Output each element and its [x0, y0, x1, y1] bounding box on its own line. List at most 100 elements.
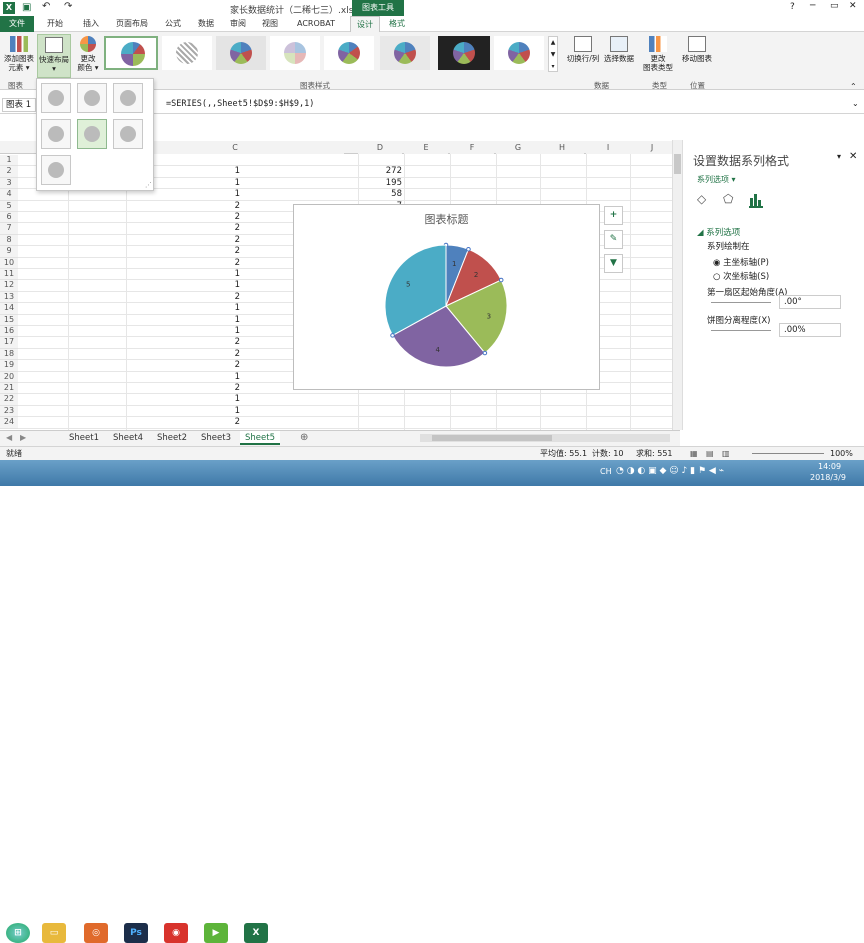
column-header[interactable]: D — [358, 141, 402, 154]
row-header[interactable]: 14 — [0, 303, 18, 315]
column-header[interactable]: E — [404, 141, 448, 154]
pane-close-icon[interactable]: ✕ — [849, 151, 857, 162]
add-sheet-icon[interactable]: ⊕ — [300, 432, 308, 443]
photoshop-icon[interactable]: Ps — [124, 923, 148, 943]
cell-c[interactable]: 1 — [200, 394, 240, 405]
chart-style-3[interactable] — [216, 36, 266, 70]
cell-c[interactable]: 1 — [200, 280, 240, 291]
collapse-ribbon-icon[interactable]: ⌃ — [850, 82, 857, 91]
cell-c[interactable]: 1 — [200, 315, 240, 326]
sheet-tab-4[interactable]: Sheet4 — [108, 431, 148, 445]
row-header[interactable]: 23 — [0, 405, 18, 418]
cell-c[interactable]: 1 — [200, 303, 240, 314]
chart-style-4[interactable] — [270, 36, 320, 70]
row-header[interactable]: 19 — [0, 360, 18, 372]
tab-data[interactable]: 数据 — [192, 16, 220, 32]
h-scroll-thumb[interactable] — [432, 435, 552, 441]
chart-style-8[interactable] — [494, 36, 544, 70]
column-header[interactable]: G — [496, 141, 540, 154]
sheet-tab-2[interactable]: Sheet2 — [152, 431, 192, 445]
row-header[interactable]: 12 — [0, 280, 18, 292]
angle-input[interactable]: .00° — [779, 295, 841, 309]
file-explorer-icon[interactable]: ▭ — [42, 923, 66, 943]
selection-handle[interactable] — [466, 246, 471, 252]
layout-option-2[interactable] — [77, 83, 107, 113]
zoom-slider[interactable] — [752, 453, 824, 454]
pentagon-effects-icon[interactable]: ⬠ — [723, 192, 733, 206]
angle-slider[interactable] — [711, 302, 771, 303]
row-header[interactable]: 5 — [0, 200, 18, 212]
tab-page-layout[interactable]: 页面布局 — [110, 16, 154, 32]
row-header[interactable]: 24 — [0, 417, 18, 429]
prev-sheet-icon[interactable]: ◀ — [6, 433, 12, 442]
cell-c[interactable]: 2 — [200, 360, 240, 371]
cell-c[interactable]: 2 — [200, 383, 240, 394]
undo-icon[interactable]: ↶ — [42, 1, 50, 12]
row-header[interactable]: 13 — [0, 291, 18, 304]
column-header[interactable]: C — [126, 141, 344, 154]
change-colors-button[interactable]: 更改 颜色 ▾ — [74, 36, 102, 78]
chart-style-1[interactable] — [104, 36, 158, 70]
cell-c[interactable]: 1 — [200, 166, 240, 177]
chart-style-5[interactable] — [324, 36, 374, 70]
row-header[interactable]: 3 — [0, 177, 18, 190]
cell-c[interactable]: 2 — [200, 246, 240, 257]
media-player-icon[interactable]: ▶ — [204, 923, 228, 943]
tab-format[interactable]: 格式 — [382, 16, 412, 32]
cell-c[interactable]: 2 — [200, 292, 240, 303]
series-options-dropdown[interactable]: 系列选项 ▾ — [697, 174, 736, 185]
tab-formulas[interactable]: 公式 — [158, 16, 188, 32]
cell-c[interactable]: 1 — [200, 372, 240, 383]
row-header[interactable]: 10 — [0, 257, 18, 269]
row-header[interactable]: 18 — [0, 348, 18, 361]
explosion-slider[interactable] — [711, 330, 771, 331]
cell-c[interactable]: 2 — [200, 235, 240, 246]
tab-acrobat[interactable]: ACROBAT — [290, 16, 342, 32]
cell-d[interactable]: 272 — [360, 166, 402, 177]
plus-icon[interactable]: + — [604, 206, 623, 225]
cell-c[interactable]: 2 — [200, 212, 240, 223]
quick-layout-button[interactable]: 快速布局 ▾ — [37, 34, 71, 78]
vertical-scrollbar[interactable] — [672, 140, 682, 430]
column-header[interactable]: H — [540, 141, 584, 154]
tab-insert[interactable]: 插入 — [76, 16, 106, 32]
tab-review[interactable]: 审阅 — [224, 16, 252, 32]
browser-icon[interactable]: ◎ — [84, 923, 108, 943]
move-chart-button[interactable]: 移动图表 — [680, 36, 714, 78]
pie-chart[interactable]: 图表标题 12345 — [293, 204, 600, 390]
chart-style-6[interactable] — [380, 36, 430, 70]
sheet-tab-5[interactable]: Sheet5 — [240, 431, 280, 445]
redo-icon[interactable]: ↷ — [64, 1, 72, 12]
page-layout-view-icon[interactable]: ▤ — [706, 447, 714, 460]
row-header[interactable]: 17 — [0, 337, 18, 349]
row-header[interactable]: 8 — [0, 234, 18, 247]
cell-c[interactable]: 1 — [200, 269, 240, 280]
start-button-icon[interactable]: ⊞ — [6, 923, 30, 943]
zoom-level[interactable]: 100% — [830, 447, 853, 460]
row-header[interactable]: 21 — [0, 383, 18, 395]
brush-icon[interactable]: ✎ — [604, 230, 623, 249]
add-chart-element-button[interactable]: 添加图表 元素 ▾ — [2, 36, 36, 78]
clock-time[interactable]: 14:09 — [818, 462, 841, 471]
layout-option-6[interactable] — [113, 119, 143, 149]
secondary-axis-radio[interactable]: ○ 次坐标轴(S) — [713, 270, 769, 282]
row-header[interactable]: 2 — [0, 166, 18, 178]
primary-axis-radio[interactable]: ◉ 主坐标轴(P) — [713, 256, 769, 268]
tab-design[interactable]: 设计 — [350, 16, 380, 32]
row-header[interactable]: 1 — [0, 155, 18, 167]
switch-row-col-button[interactable]: 切换行/列 — [566, 36, 600, 78]
row-header[interactable]: 7 — [0, 223, 18, 235]
tab-file[interactable]: 文件 — [0, 16, 34, 32]
cell-c[interactable]: 1 — [200, 178, 240, 189]
cell-c[interactable]: 1 — [200, 189, 240, 200]
cell-c[interactable]: 2 — [200, 201, 240, 212]
restore-icon[interactable]: ▭ — [830, 1, 839, 11]
layout-option-5[interactable] — [77, 119, 107, 149]
selection-handle[interactable] — [390, 333, 395, 338]
cell-c[interactable]: 2 — [200, 223, 240, 234]
layout-option-4[interactable] — [41, 119, 71, 149]
sheet-tab-1[interactable]: Sheet1 — [64, 431, 104, 445]
selection-handle[interactable] — [482, 350, 488, 356]
minimize-icon[interactable]: ─ — [810, 1, 815, 11]
row-header[interactable]: 6 — [0, 212, 18, 224]
